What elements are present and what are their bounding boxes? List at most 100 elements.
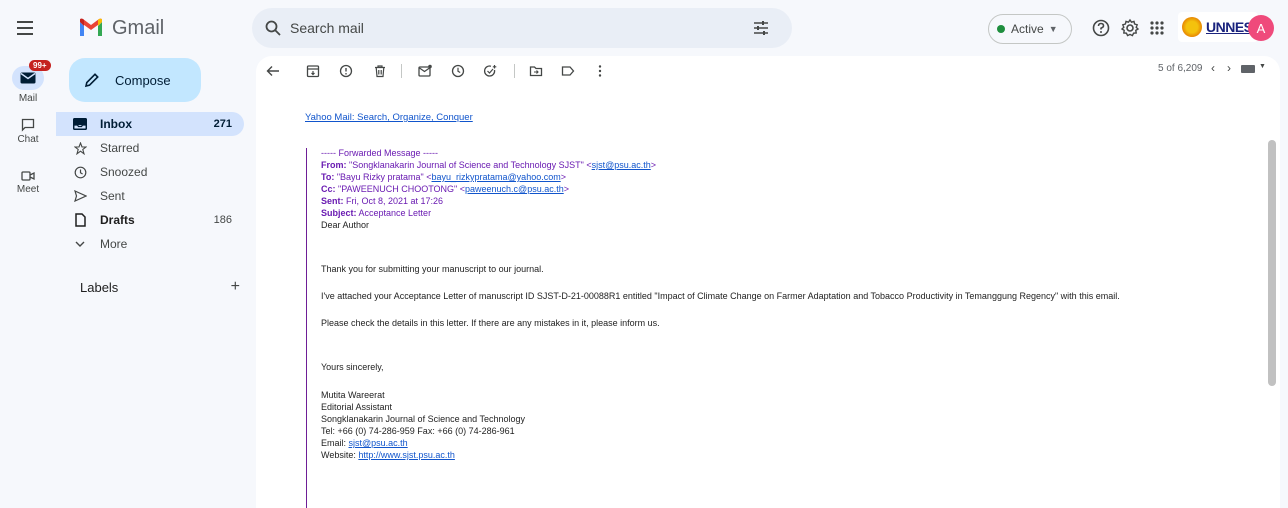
sent-value: Fri, Oct 8, 2021 at 17:26 xyxy=(343,196,444,206)
to-email-link[interactable]: bayu_rizkypratama@yahoo.com xyxy=(432,172,561,182)
search-options-icon[interactable] xyxy=(752,19,770,37)
organization-logo[interactable]: UNNES xyxy=(1178,12,1258,42)
signature-phone: Tel: +66 (0) 74-286-959 Fax: +66 (0) 74-… xyxy=(321,426,515,436)
signature-title: Editorial Assistant xyxy=(321,402,393,412)
nav-item-label: Drafts xyxy=(100,213,135,227)
chevron-down-icon[interactable]: ▼ xyxy=(1259,63,1266,70)
more-options-icon[interactable] xyxy=(593,64,607,78)
send-icon xyxy=(72,188,88,204)
chevron-down-icon xyxy=(72,236,88,252)
signature-name: Mutita Wareerat xyxy=(321,390,385,400)
unread-count: 271 xyxy=(213,118,232,130)
draft-icon xyxy=(72,212,88,228)
sent-key: Sent: xyxy=(321,196,344,206)
nav-item-sent[interactable]: Sent xyxy=(70,184,244,208)
add-task-icon[interactable] xyxy=(483,64,497,78)
from-line: From: "Songklanakarin Journal of Science… xyxy=(321,160,656,172)
inbox-icon xyxy=(72,116,88,132)
apps-grid-icon[interactable] xyxy=(1147,18,1167,38)
report-spam-icon[interactable] xyxy=(339,64,353,78)
message-toolbar: 5 of 6,209 ‹ › ▼ xyxy=(256,56,1280,86)
nav-item-more[interactable]: More xyxy=(70,232,244,256)
search-icon[interactable] xyxy=(264,19,282,37)
snooze-clock-icon[interactable] xyxy=(451,64,465,78)
signature-website-key: Website: xyxy=(321,450,359,460)
subject-key: Subject: xyxy=(321,208,357,218)
delete-trash-icon[interactable] xyxy=(373,64,387,78)
greeting: Dear Author xyxy=(321,220,370,230)
archive-icon[interactable] xyxy=(306,64,320,78)
status-selector[interactable]: Active ▼ xyxy=(988,14,1072,44)
move-to-folder-icon[interactable] xyxy=(529,64,543,78)
nav-item-label: Starred xyxy=(100,141,140,155)
message-panel: 5 of 6,209 ‹ › ▼ Yahoo Mail: Search, Org… xyxy=(256,56,1280,508)
mail-icon xyxy=(20,72,36,84)
rail-meet[interactable]: Meet xyxy=(0,170,56,195)
labels-heading: Labels xyxy=(80,279,119,295)
draft-count: 186 xyxy=(213,214,232,226)
from-email-link[interactable]: sjst@psu.ac.th xyxy=(592,160,651,170)
star-icon xyxy=(72,140,88,156)
search-input[interactable] xyxy=(290,20,730,36)
compose-label: Compose xyxy=(115,72,171,88)
search-bar xyxy=(252,8,792,48)
account-avatar[interactable]: A xyxy=(1248,15,1274,41)
from-key: From: xyxy=(321,160,347,170)
message-pager: 5 of 6,209 xyxy=(1158,63,1203,74)
video-camera-icon xyxy=(21,171,35,181)
chevron-down-icon: ▼ xyxy=(1048,24,1058,34)
nav-item-drafts[interactable]: Drafts 186 xyxy=(70,208,244,232)
nav-item-starred[interactable]: Starred xyxy=(70,136,244,160)
scrollbar-thumb[interactable] xyxy=(1268,140,1276,386)
gmail-m-icon xyxy=(80,18,102,36)
help-icon[interactable] xyxy=(1091,18,1111,38)
signature-org: Songklanakarin Journal of Science and Te… xyxy=(321,414,525,424)
closing: Yours sincerely, xyxy=(321,362,384,372)
cc-key: Cc: xyxy=(321,184,336,194)
nav-item-snoozed[interactable]: Snoozed xyxy=(70,160,244,184)
cc-line: Cc: "PAWEENUCH CHOOTONG" <paweenuch.c@ps… xyxy=(321,184,569,196)
nav-item-label: Snoozed xyxy=(100,165,148,179)
add-label-icon[interactable]: + xyxy=(231,278,240,296)
yahoo-mail-link[interactable]: Yahoo Mail: Search, Organize, Conquer xyxy=(305,112,473,123)
previous-message-icon[interactable]: ‹ xyxy=(1211,61,1215,75)
forwarded-message-quote: ----- Forwarded Message ----- From: "Son… xyxy=(306,148,1266,508)
settings-gear-icon[interactable] xyxy=(1120,18,1140,38)
from-name: "Songklanakarin Journal of Science and T… xyxy=(346,160,592,170)
signature-website-link[interactable]: http://www.sjst.psu.ac.th xyxy=(358,450,455,460)
university-seal-icon xyxy=(1182,17,1202,37)
active-status-dot xyxy=(997,25,1005,33)
to-line: To: "Bayu Rizky pratama" <bayu_rizkyprat… xyxy=(321,172,566,184)
rail-meet-label: Meet xyxy=(16,184,40,195)
toolbar-divider xyxy=(514,64,515,78)
from-close: > xyxy=(650,160,657,170)
forwarded-header: ----- Forwarded Message ----- xyxy=(321,148,439,158)
rail-mail[interactable]: 99+ Mail xyxy=(0,60,56,104)
mark-unread-icon[interactable] xyxy=(418,64,432,78)
signature-email-key: Email: xyxy=(321,438,349,448)
nav-item-label: More xyxy=(100,237,128,251)
compose-button[interactable]: Compose xyxy=(69,58,201,102)
signature-email-link[interactable]: sjst@psu.ac.th xyxy=(349,438,408,448)
toolbar-divider xyxy=(401,64,402,78)
gmail-logo[interactable]: Gmail xyxy=(78,14,164,42)
main-menu-icon[interactable] xyxy=(13,16,37,40)
mail-icon-bubble: 99+ xyxy=(12,60,51,90)
back-arrow-icon[interactable] xyxy=(266,64,280,78)
nav-item-label: Inbox xyxy=(100,117,132,131)
label-tag-icon[interactable] xyxy=(561,64,575,78)
to-key: To: xyxy=(321,172,335,182)
input-tools-keyboard-icon[interactable] xyxy=(1241,65,1255,73)
sent-line: Sent: Fri, Oct 8, 2021 at 17:26 xyxy=(321,196,443,208)
mail-nav: Compose Inbox 271 Starred Snoozed Sent D… xyxy=(56,56,252,508)
signature-email-line: Email: sjst@psu.ac.th xyxy=(321,438,408,450)
app-rail: 99+ Mail Chat Meet xyxy=(0,56,56,508)
to-name: "Bayu Rizky pratama" < xyxy=(334,172,432,182)
rail-chat[interactable]: Chat xyxy=(0,118,56,145)
next-message-icon[interactable]: › xyxy=(1227,61,1231,75)
rail-chat-label: Chat xyxy=(17,134,39,145)
paragraph: I've attached your Acceptance Letter of … xyxy=(321,291,1120,301)
unread-badge: 99+ xyxy=(29,60,51,71)
nav-item-inbox[interactable]: Inbox 271 xyxy=(56,112,244,136)
cc-email-link[interactable]: paweenuch.c@psu.ac.th xyxy=(465,184,564,194)
